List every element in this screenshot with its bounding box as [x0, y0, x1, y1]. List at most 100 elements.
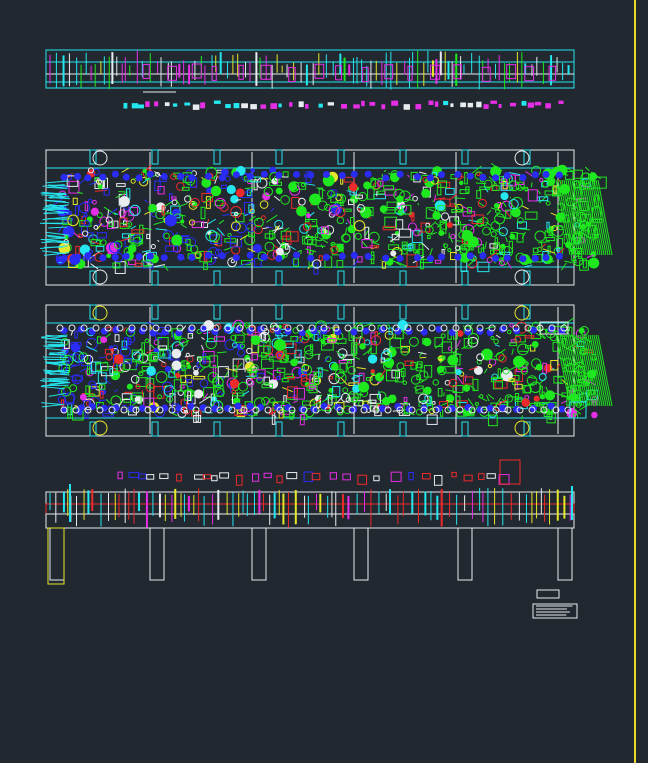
- plate-slot: [399, 149, 407, 165]
- plate-slot: [461, 149, 469, 165]
- detail-line: [584, 166, 590, 172]
- guide-post-hole: [92, 420, 108, 436]
- section-part-callout: [408, 472, 414, 481]
- detail-hole: [390, 250, 397, 257]
- detail-insert: [441, 341, 452, 354]
- strip-dimension-tick: [250, 104, 257, 110]
- detail-insert: [579, 260, 589, 271]
- detail-insert: [374, 331, 378, 337]
- detail-hole: [58, 242, 71, 255]
- strip-layout-view[interactable]: [45, 49, 575, 110]
- stripper-hole: [428, 324, 436, 332]
- detail-line: [73, 232, 80, 238]
- strip-station-mark: [361, 67, 369, 83]
- detail-hole: [421, 188, 431, 198]
- detail-hole: [256, 177, 268, 189]
- bolt-hole: [426, 255, 434, 263]
- strip-dimension-tick: [527, 102, 535, 108]
- detail-hole: [462, 384, 471, 392]
- plate-slot: [399, 270, 407, 286]
- cad-drawing-canvas[interactable]: [0, 0, 648, 763]
- detail-insert: [67, 403, 73, 416]
- bolt-hole: [466, 172, 474, 180]
- bolt-hole: [486, 404, 494, 412]
- detail-hole: [264, 241, 275, 252]
- detail-line: [121, 167, 129, 173]
- plate-slot: [337, 149, 345, 165]
- detail-insert: [527, 189, 538, 202]
- upper-die-plan-view[interactable]: [40, 149, 613, 286]
- detail-insert: [131, 229, 145, 234]
- strip-dimension-tick: [184, 102, 191, 106]
- detail-hole: [353, 220, 366, 232]
- strip-station-mark: [191, 63, 202, 79]
- bolt-hole: [260, 170, 268, 178]
- bolt-hole: [405, 327, 413, 335]
- strip-dimension-tick: [483, 104, 489, 109]
- bolt-hole: [396, 254, 404, 262]
- detail-hole: [531, 341, 539, 348]
- detail-line: [235, 199, 241, 201]
- strip-dimension-tick: [341, 104, 348, 109]
- detail-hole: [247, 379, 255, 387]
- detail-hole: [291, 257, 299, 266]
- bolt-hole: [350, 328, 358, 336]
- die-section-view[interactable]: [45, 459, 575, 585]
- strip-station-mark: [430, 64, 441, 80]
- lower-die-plan-view[interactable]: [40, 304, 613, 437]
- title-block[interactable]: [532, 589, 578, 619]
- bolt-hole: [74, 172, 82, 180]
- detail-insert: [75, 205, 80, 216]
- detail-hole: [250, 168, 256, 173]
- strip-dimension-tick: [200, 102, 206, 109]
- detail-hole: [144, 338, 150, 344]
- detail-insert: [357, 256, 363, 263]
- detail-line: [270, 207, 275, 212]
- detail-line: [190, 334, 193, 337]
- detail-line: [247, 227, 250, 230]
- strip-dimension-tick: [381, 104, 386, 110]
- detail-line: [356, 366, 366, 370]
- detail-hole: [226, 184, 236, 195]
- detail-line: [456, 339, 461, 347]
- cad-model-space[interactable]: [0, 0, 648, 763]
- detail-insert: [546, 221, 550, 230]
- plate-slot: [461, 304, 469, 320]
- detail-hole: [148, 203, 157, 213]
- strip-dimension-tick: [509, 102, 517, 107]
- section-callout-box: [499, 459, 521, 485]
- detail-insert: [437, 387, 443, 397]
- detail-hole: [510, 207, 521, 218]
- strip-dimension-tick: [137, 104, 144, 109]
- bolt-hole: [479, 173, 487, 181]
- detail-line: [309, 211, 315, 216]
- detail-insert: [434, 259, 442, 264]
- bolt-hole: [218, 252, 226, 260]
- detail-insert: [514, 383, 523, 390]
- bolt-hole: [293, 251, 301, 259]
- detail-insert: [283, 395, 287, 403]
- strip-dimension-tick: [545, 103, 551, 109]
- detail-insert: [426, 414, 438, 425]
- detail-hole: [539, 177, 544, 183]
- section-part-callout: [486, 473, 496, 479]
- bolt-hole: [177, 253, 185, 261]
- plate-slot: [151, 304, 159, 320]
- detail-hole: [126, 383, 133, 390]
- section-support-leg: [353, 527, 369, 581]
- detail-insert: [74, 330, 78, 339]
- detail-line: [494, 344, 500, 347]
- strip-dimension-tick: [172, 103, 178, 107]
- bolt-hole: [204, 251, 212, 259]
- bolt-hole: [531, 171, 539, 179]
- detail-hole: [266, 249, 278, 261]
- detail-line: [372, 239, 375, 242]
- detail-line: [469, 384, 476, 390]
- detail-line: [487, 393, 495, 400]
- detail-hole: [83, 212, 88, 218]
- detail-line: [144, 199, 149, 203]
- bolt-hole: [382, 174, 390, 182]
- detail-insert: [404, 360, 414, 366]
- section-part-callout: [263, 472, 272, 479]
- detail-line: [105, 398, 111, 405]
